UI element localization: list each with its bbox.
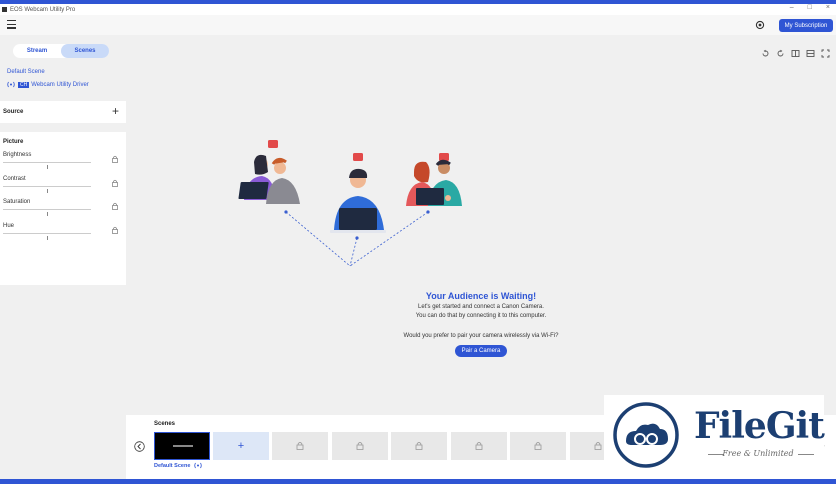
audience-illustration [238,140,462,267]
add-source-icon[interactable]: + [112,104,119,118]
picture-title: Picture [3,139,24,145]
close-button[interactable]: × [826,4,830,11]
contrast-slider-thumb[interactable] [47,189,48,193]
scroll-left-icon[interactable] [134,441,145,452]
tagline-rule-right [798,454,814,455]
lock-icon [534,442,542,450]
tab-scenes[interactable]: Scenes [61,44,109,58]
window-frame-bottom [0,479,836,484]
lock-icon[interactable] [111,226,119,234]
driver-label: Webcam Utility Driver [31,81,89,88]
saturation-slider[interactable] [3,209,91,210]
filegit-logo [613,402,679,468]
gear-icon[interactable] [755,20,765,30]
rotate-left-icon[interactable] [761,49,770,58]
menu-icon[interactable] [7,20,16,29]
lock-icon [594,442,602,450]
scene-thumbnail-default[interactable] [154,432,210,460]
locked-scene-slot[interactable] [272,432,328,460]
hue-slider-row: Hue [3,223,121,243]
brightness-slider[interactable] [3,162,91,163]
saturation-slider-thumb[interactable] [47,212,48,216]
maximize-button[interactable]: □ [808,4,812,11]
pair-camera-button[interactable]: Pair a Camera [455,345,507,357]
contrast-slider-row: Contrast [3,176,121,196]
lock-icon[interactable] [111,179,119,187]
current-scene-caption: Default Scene [154,462,203,469]
add-scene-button[interactable]: + [213,432,269,460]
lock-icon[interactable] [111,155,119,163]
brightness-label: Brightness [3,152,32,158]
locked-scene-slot[interactable] [331,432,388,460]
tab-stream[interactable]: Stream [13,44,61,58]
lock-icon [356,442,363,450]
lock-icon [415,442,423,450]
lock-icon [475,442,483,450]
hue-slider-thumb[interactable] [47,236,48,240]
source-panel: Source + [0,101,126,123]
contrast-slider[interactable] [3,186,91,187]
locked-scene-slot[interactable] [391,432,448,460]
locked-scene-slot[interactable] [450,432,507,460]
connect-camera-text: Let's get started and connect a Canon Ca… [418,304,544,310]
scene-name-link[interactable]: Default Scene [7,69,45,75]
saturation-slider-row: Saturation [3,199,121,219]
brightness-slider-row: Brightness [3,152,121,172]
sidebar: Stream Scenes Default Scene CH Webcam Ut… [0,35,126,415]
filegit-watermark: FileGit Free & Unlimited [604,395,825,473]
flip-vertical-icon[interactable] [806,49,815,58]
saturation-label: Saturation [3,199,31,205]
audience-waiting-title: Your Audience is Waiting! [425,291,537,301]
current-scene-name: Default Scene [154,462,191,469]
broadcast-icon [194,462,203,469]
mode-toggle: Stream Scenes [13,44,109,58]
picture-panel: Picture Brightness Contrast Saturation H… [0,132,126,285]
locked-scene-slot[interactable] [510,432,567,460]
title-bar: EOS Webcam Utility Pro – □ × [0,4,836,15]
rotate-right-icon[interactable] [776,49,785,58]
window-title: EOS Webcam Utility Pro [10,6,76,13]
channel-badge: CH [18,81,30,88]
contrast-label: Contrast [3,176,26,182]
lock-icon[interactable] [111,202,119,210]
source-label: Source [3,109,24,115]
lock-icon [296,442,304,450]
app-header: My Subscription [0,15,836,35]
watermark-name: FileGit [694,405,825,447]
wifi-pairing-text: Would you prefer to pair your camera wir… [403,333,559,339]
scenes-title: Scenes [154,421,176,427]
driver-source-row[interactable]: CH Webcam Utility Driver [7,81,89,88]
app-icon [2,7,7,12]
preview-toolbar [761,49,830,58]
brightness-slider-thumb[interactable] [47,165,48,169]
flip-horizontal-icon[interactable] [791,49,800,58]
connect-computer-text: You can do that by connecting it to this… [415,313,547,319]
minimize-button[interactable]: – [790,4,794,11]
fullscreen-icon[interactable] [821,49,830,58]
hue-label: Hue [3,223,15,229]
broadcast-icon [7,81,15,88]
my-subscription-button[interactable]: My Subscription [779,19,833,32]
window-controls: – □ × [790,4,830,11]
hue-slider[interactable] [3,233,91,234]
